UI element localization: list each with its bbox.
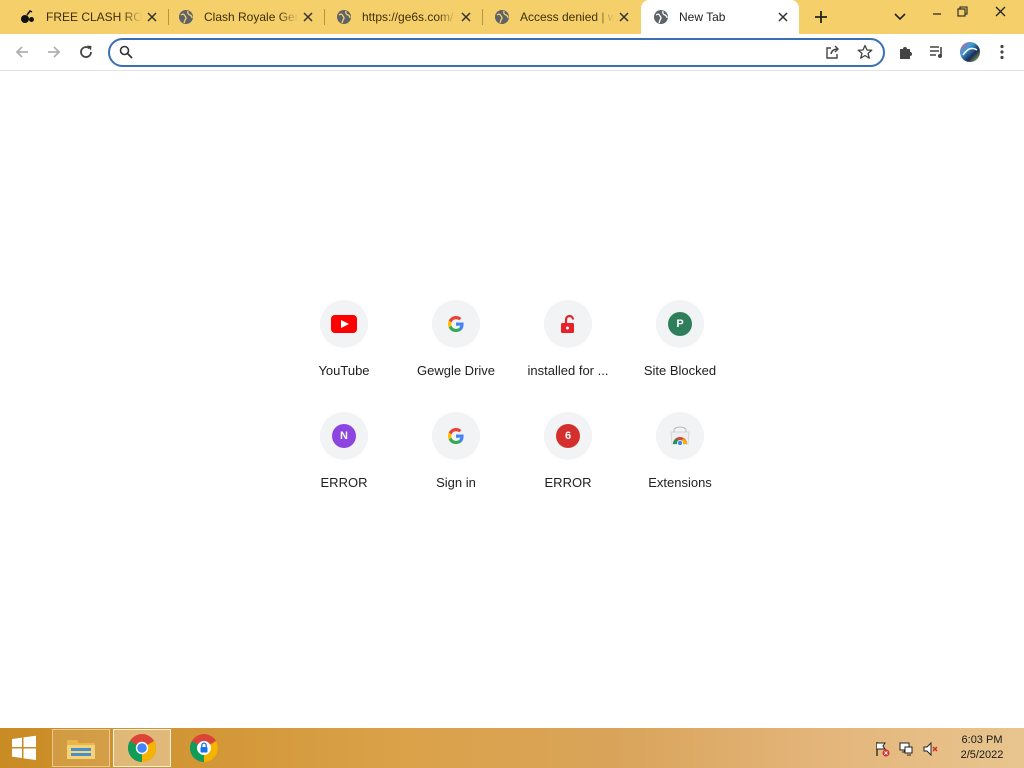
address-bar[interactable] bbox=[108, 38, 885, 67]
tab-title: Access denied | w bbox=[520, 10, 614, 24]
browser-toolbar bbox=[0, 34, 1024, 71]
globe-icon bbox=[653, 9, 669, 25]
forward-arrow-icon bbox=[48, 46, 61, 58]
share-icon[interactable] bbox=[825, 44, 841, 65]
tab-ge6s[interactable]: https://ge6s.com/ bbox=[324, 0, 483, 34]
shortcut-icon-circle bbox=[320, 300, 368, 348]
chrome-icon bbox=[128, 734, 156, 762]
taskbar-chrome-secure-app[interactable] bbox=[182, 729, 226, 767]
restore-icon bbox=[956, 5, 968, 17]
close-window-button[interactable] bbox=[980, 0, 1020, 22]
back-arrow-icon bbox=[15, 46, 28, 58]
shortcut-label: ERROR bbox=[320, 475, 368, 490]
close-tab-icon[interactable] bbox=[773, 7, 793, 27]
reload-icon bbox=[80, 45, 92, 58]
network-icon[interactable] bbox=[897, 740, 915, 758]
taskbar-chrome[interactable] bbox=[113, 729, 171, 767]
close-icon bbox=[995, 6, 1005, 16]
shortcut-icon-circle: N bbox=[320, 412, 368, 460]
minimize-icon bbox=[933, 13, 941, 15]
tab-title: New Tab bbox=[679, 10, 726, 24]
globe-icon bbox=[178, 9, 194, 25]
shortcut-label: ERROR bbox=[544, 475, 592, 490]
extensions-button[interactable] bbox=[892, 38, 920, 66]
avatar-icon bbox=[960, 42, 980, 62]
shortcut-sign-in[interactable]: Sign in bbox=[400, 412, 512, 524]
google-g-icon bbox=[447, 315, 464, 333]
tab-title: Clash Royale Gems bbox=[204, 10, 298, 24]
letter-avatar-icon: N bbox=[332, 424, 356, 448]
globe-icon bbox=[494, 9, 510, 25]
shortcut-label: installed for ... bbox=[527, 363, 609, 378]
shortcut-installed-for[interactable]: installed for ... bbox=[512, 300, 624, 412]
back-button[interactable] bbox=[8, 38, 36, 66]
tab-clash-royale-gems[interactable]: Clash Royale Gems bbox=[166, 0, 325, 34]
shortcut-label: Gewgle Drive bbox=[416, 363, 496, 378]
restore-button[interactable] bbox=[947, 0, 977, 22]
unlocked-padlock-icon bbox=[561, 314, 575, 333]
shortcut-label: Sign in bbox=[436, 475, 476, 490]
puzzle-icon bbox=[900, 47, 912, 59]
shortcut-gewgle-drive[interactable]: Gewgle Drive bbox=[400, 300, 512, 412]
clock-time: 6:03 PM bbox=[961, 734, 1003, 746]
shortcut-site-blocked[interactable]: P Site Blocked bbox=[624, 300, 736, 412]
chrome-lock-icon bbox=[190, 734, 218, 762]
windows-logo-icon bbox=[12, 735, 36, 760]
letter-avatar-icon: P bbox=[668, 312, 692, 336]
youtube-icon bbox=[331, 315, 357, 333]
profile-avatar[interactable] bbox=[956, 38, 984, 66]
tab-search-button[interactable] bbox=[888, 5, 912, 29]
taskbar-clock[interactable]: 6:03 PM 2/5/2022 bbox=[952, 733, 1012, 763]
tab-title: https://ge6s.com/ bbox=[362, 10, 454, 24]
bookmark-star-icon[interactable] bbox=[857, 44, 873, 65]
shortcut-label: Site Blocked bbox=[643, 363, 717, 378]
shortcut-label: YouTube bbox=[318, 363, 370, 378]
more-vert-icon bbox=[1000, 44, 1004, 60]
globe-icon bbox=[336, 9, 352, 25]
windows-taskbar: 6:03 PM 2/5/2022 bbox=[0, 728, 1024, 768]
tab-title: FREE CLASH ROYALE bbox=[46, 10, 142, 24]
shortcut-extensions[interactable]: Extensions bbox=[624, 412, 736, 524]
chrome-web-store-icon bbox=[670, 426, 690, 446]
tab-access-denied[interactable]: Access denied | w bbox=[482, 0, 640, 34]
shortcut-icon-circle bbox=[432, 300, 480, 348]
shortcut-label: Extensions bbox=[648, 475, 712, 490]
chevron-down-icon bbox=[894, 13, 906, 21]
letter-avatar-icon: 6 bbox=[556, 424, 580, 448]
close-tab-icon[interactable] bbox=[298, 7, 318, 27]
shortcut-icon-circle: 6 bbox=[544, 412, 592, 460]
reload-button[interactable] bbox=[72, 38, 100, 66]
close-tab-icon[interactable] bbox=[142, 7, 162, 27]
tab-free-clash-royale[interactable]: FREE CLASH ROYALE bbox=[8, 0, 169, 34]
tab-strip: FREE CLASH ROYALE Clash Royale Gems http… bbox=[0, 0, 1024, 34]
close-tab-icon[interactable] bbox=[614, 7, 634, 27]
shortcut-icon-circle bbox=[432, 412, 480, 460]
clock-date: 2/5/2022 bbox=[960, 749, 1004, 761]
media-queue-icon bbox=[930, 46, 942, 58]
shortcut-error-n[interactable]: N ERROR bbox=[288, 412, 400, 524]
new-tab-button[interactable] bbox=[808, 5, 834, 29]
search-icon bbox=[119, 45, 133, 64]
start-button[interactable] bbox=[2, 729, 46, 767]
shortcut-error-6[interactable]: 6 ERROR bbox=[512, 412, 624, 524]
shortcut-youtube[interactable]: YouTube bbox=[288, 300, 400, 412]
plus-icon bbox=[815, 11, 827, 23]
media-controls-button[interactable] bbox=[923, 38, 951, 66]
action-center-flag-icon[interactable] bbox=[873, 740, 891, 758]
address-input[interactable] bbox=[140, 44, 820, 62]
forward-button[interactable] bbox=[40, 38, 68, 66]
close-tab-icon[interactable] bbox=[456, 7, 476, 27]
shortcut-icon-circle bbox=[656, 412, 704, 460]
shortcut-icon-circle: P bbox=[656, 300, 704, 348]
tab-new-tab[interactable]: New Tab bbox=[641, 0, 799, 34]
folder-icon bbox=[67, 740, 95, 759]
chrome-menu-button[interactable] bbox=[988, 38, 1016, 66]
volume-muted-icon[interactable] bbox=[921, 740, 939, 758]
taskbar-file-explorer[interactable] bbox=[52, 729, 110, 767]
google-g-icon bbox=[447, 427, 464, 445]
bomb-icon bbox=[20, 9, 36, 25]
shortcut-icon-circle bbox=[544, 300, 592, 348]
